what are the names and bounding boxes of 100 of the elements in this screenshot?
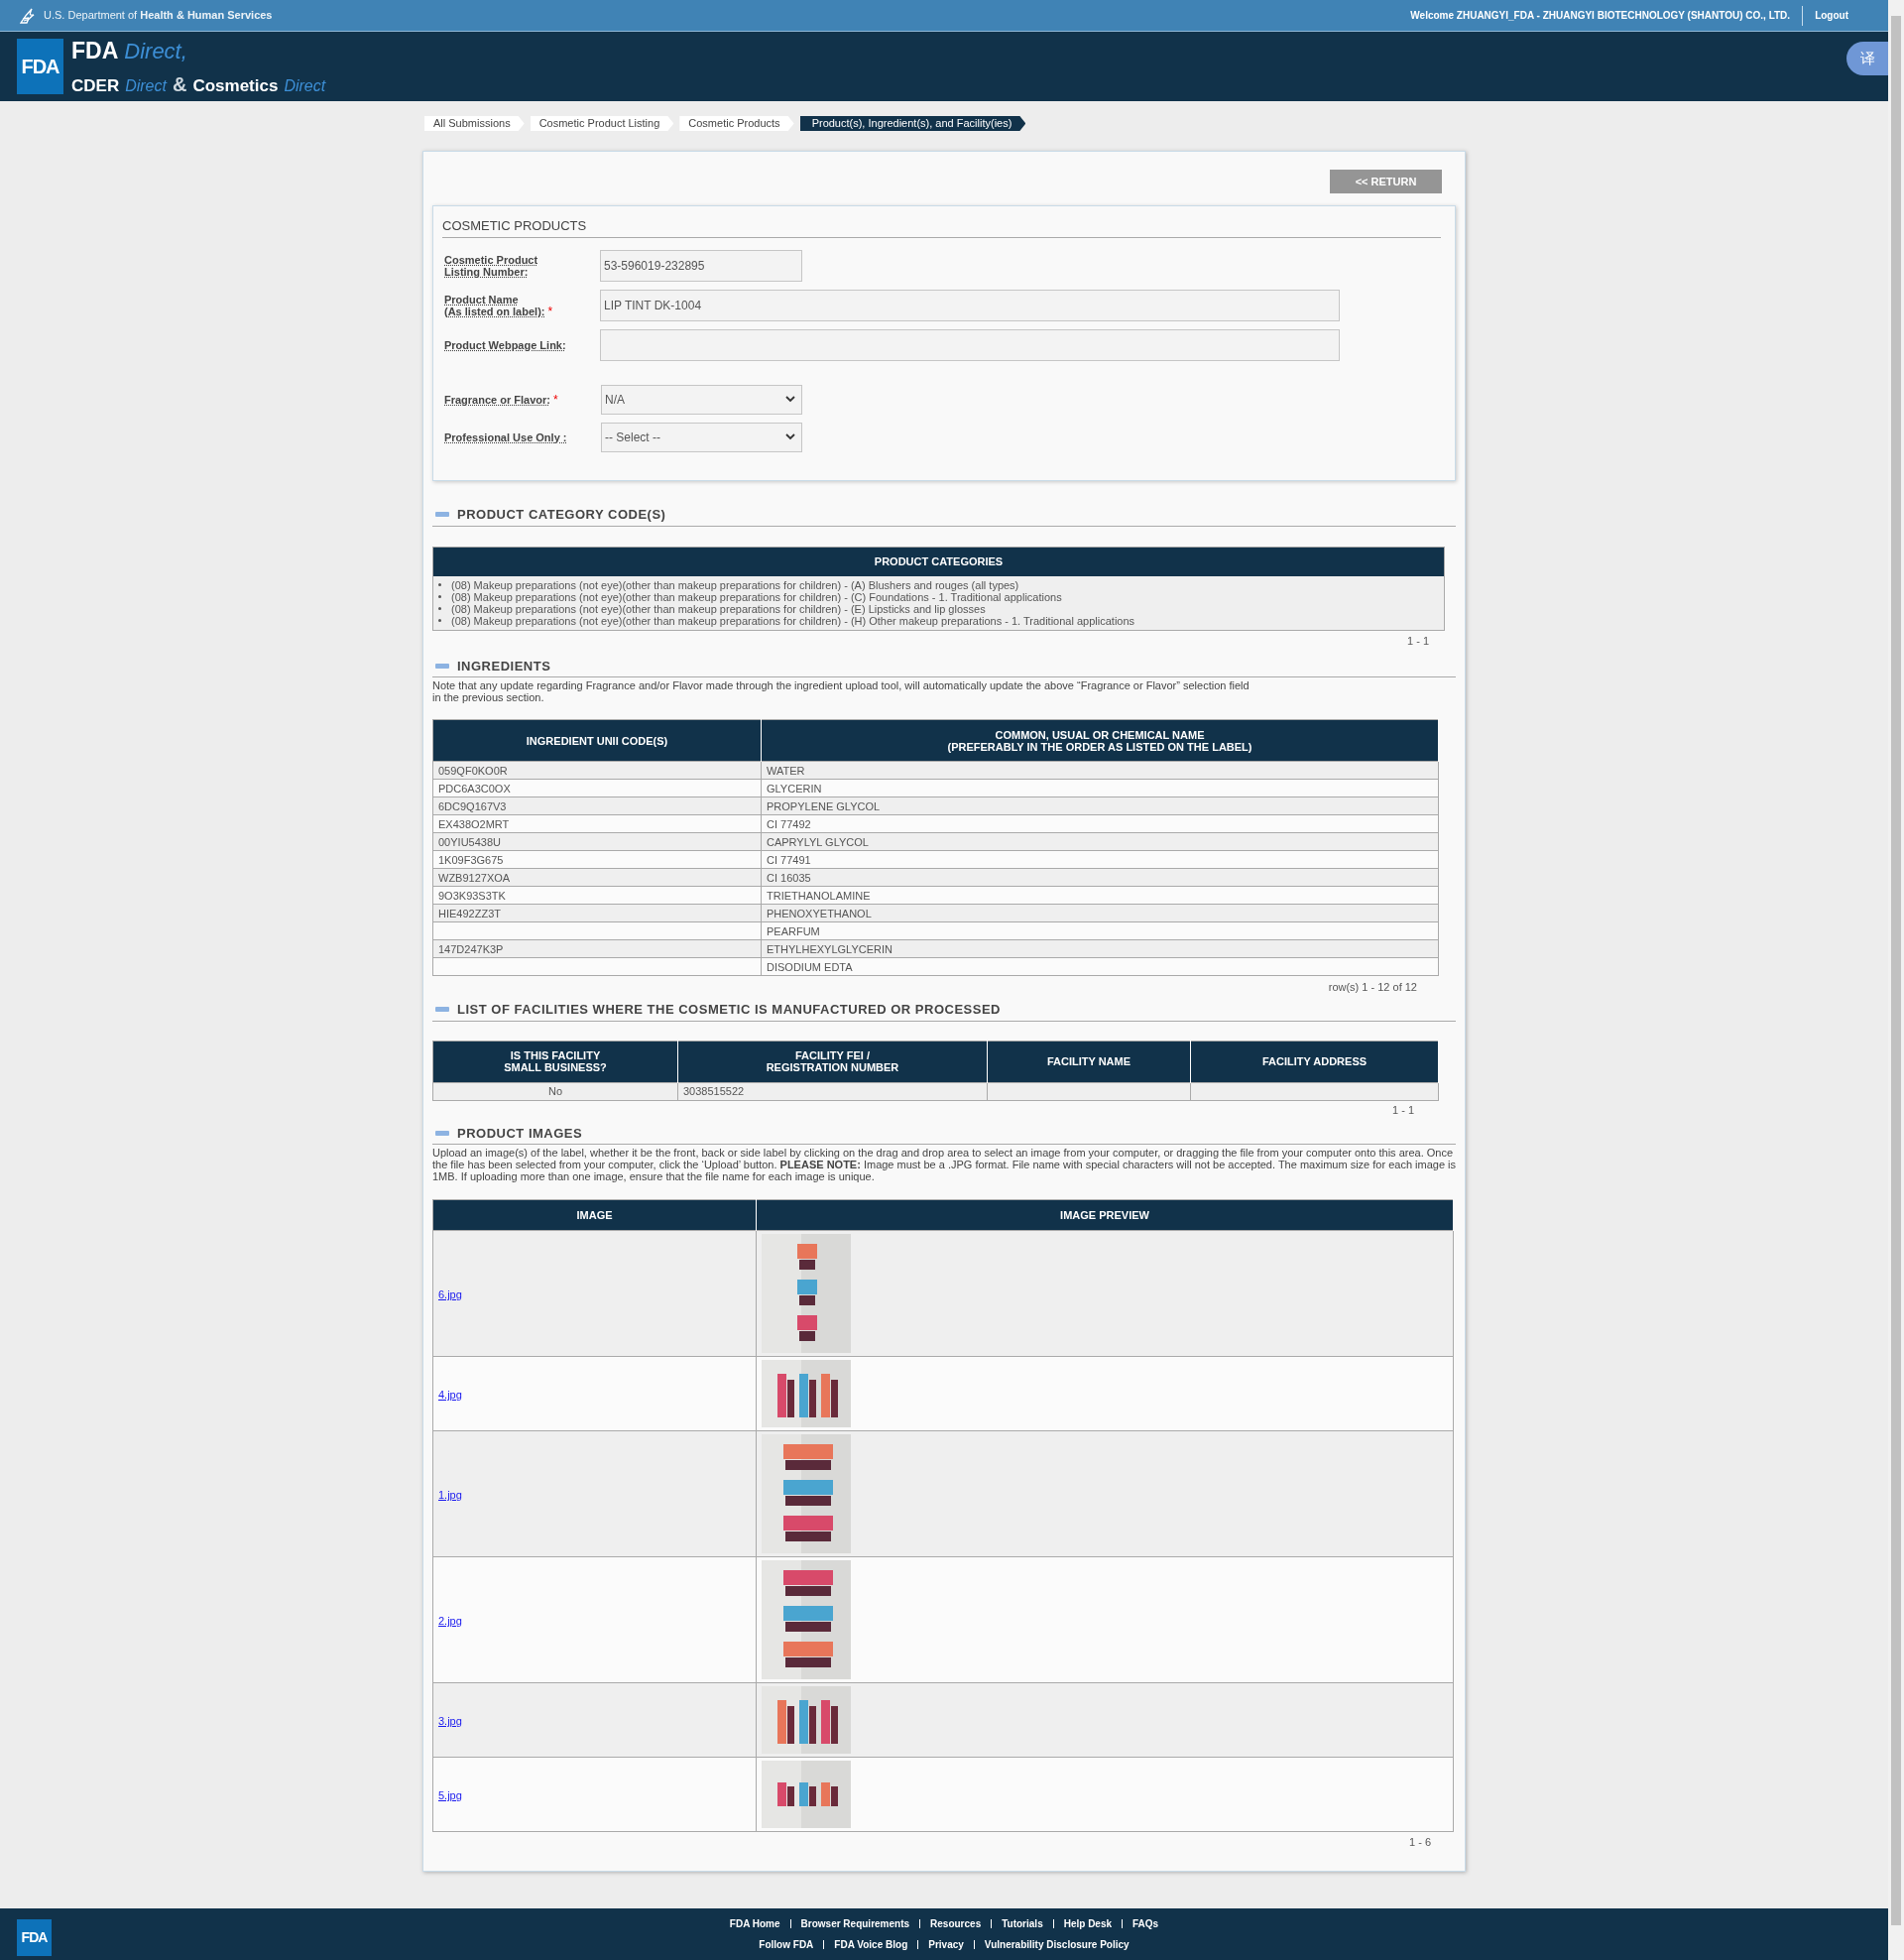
footer-link[interactable]: Help Desk <box>1063 1916 1113 1931</box>
footer-link[interactable]: Tutorials <box>1002 1916 1043 1931</box>
logo-text: Direct <box>284 76 326 97</box>
footer-link[interactable]: Browser Requirements <box>800 1916 910 1931</box>
table-cell: 059QF0KO0R <box>432 761 762 780</box>
pager-text: 1 - 1 <box>1392 1103 1414 1119</box>
logo-text: Direct <box>125 76 167 97</box>
link-divider <box>973 1940 975 1949</box>
bullet-icon <box>438 607 441 610</box>
category-item: (08) Makeup preparations (not eye)(other than makeup preparations for children) - (A) Blushers and rouges (all types) <box>451 578 1019 591</box>
field-label: Fragrance or Flavor: <box>444 393 550 406</box>
logo-text: Cosmetics <box>192 75 279 98</box>
required-mark: * <box>547 305 553 317</box>
table-cell: TRIETHANOLAMINE <box>761 886 1439 905</box>
table-cell: GLYCERIN <box>761 779 1439 797</box>
file-link[interactable]: 5.jpg <box>438 1789 462 1801</box>
input-field[interactable]: 53-596019-232895 <box>600 249 802 282</box>
pager-text: 1 - 1 <box>1407 634 1429 650</box>
footer-link[interactable]: Privacy <box>928 1937 964 1952</box>
logo-text: Direct, <box>124 37 187 65</box>
breadcrumb[interactable]: Cosmetic Product Listing <box>530 116 674 131</box>
table-cell: 147D247K3P <box>432 939 762 958</box>
breadcrumb[interactable]: Cosmetic Products <box>679 116 794 131</box>
breadcrumb[interactable]: Product(s), Ingredient(s), and Facility(ies) <box>799 116 1026 131</box>
link-divider <box>1122 1919 1124 1928</box>
breadcrumb[interactable]: All Submissions <box>424 116 525 131</box>
table-cell: HIE492ZZ3T <box>432 904 762 922</box>
column-header: PRODUCT CATEGORIES <box>433 547 1444 576</box>
link-divider <box>919 1919 921 1928</box>
table-cell: EX438O2MRT <box>432 814 762 833</box>
file-link[interactable]: 1.jpg <box>438 1489 462 1501</box>
collapse-icon[interactable] <box>435 512 449 518</box>
footer-link[interactable]: FDA Voice Blog <box>834 1937 908 1952</box>
section-note: Upload an image(s) of the label, whether it be the front, back or side label by clicking on the drag and drop area to select an image from your computer, or dragging the file from your computer onto this area. Once the file has been selected from your computer, click the ‘Upload’ button. PLEASE NOTE: Image must be a .JPG format. File name with special characters will not be accepted. The maximum size for each image is 1MB. If uploading more than one image, ensure that the file name for each image is unique. <box>432 1147 1456 1182</box>
table-cell: CI 16035 <box>761 868 1439 887</box>
collapse-icon[interactable] <box>435 663 449 669</box>
pager-text: row(s) 1 - 12 of 12 <box>1328 979 1417 995</box>
bullet-icon <box>438 583 441 586</box>
select-field[interactable]: -- Select -- <box>601 422 802 452</box>
fda-logo: FDA <box>17 1919 52 1956</box>
table-cell: PHENOXYETHANOL <box>761 904 1439 922</box>
agency-name: U.S. Department of Health & Human Services <box>44 8 273 24</box>
section-note: Note that any update regarding Fragrance and/or Flavor made through the ingredient upload tool, will automatically update the above “Fragrance or Flavor” selection field in the previous section. <box>432 679 1250 703</box>
column-header: COMMON, USUAL OR CHEMICAL NAME (PREFERABLY IN THE ORDER AS LISTED ON THE LABEL) <box>761 719 1439 762</box>
input-field[interactable]: LIP TINT DK-1004 <box>600 289 1340 321</box>
footer-link[interactable]: FAQs <box>1132 1916 1159 1931</box>
category-item: (08) Makeup preparations (not eye)(other than makeup preparations for children) - (C) Foundations - 1. Traditional applications <box>451 590 1062 603</box>
column-header: FACILITY NAME <box>987 1041 1191 1082</box>
table-cell: 00YIU5438U <box>432 832 762 851</box>
section-title: INGREDIENTS <box>457 657 551 675</box>
file-link[interactable]: 4.jpg <box>438 1389 462 1401</box>
footer-link[interactable]: Vulnerability Disclosure Policy <box>984 1937 1130 1952</box>
link-divider <box>789 1919 791 1928</box>
column-header: FACILITY FEI / REGISTRATION NUMBER <box>677 1041 988 1082</box>
scrollbar[interactable] <box>1888 0 1904 1960</box>
table-cell: No <box>432 1082 678 1100</box>
logo-text: CDER <box>71 75 120 98</box>
table-cell: WATER <box>761 761 1439 780</box>
section-title: PRODUCT CATEGORY CODE(S) <box>457 506 666 524</box>
table-cell: PEARFUM <box>761 921 1439 940</box>
table-cell: 6DC9Q167V3 <box>432 796 762 815</box>
scrollbar-thumb[interactable] <box>1891 16 1901 1925</box>
file-link[interactable]: 3.jpg <box>438 1715 462 1727</box>
collapse-icon[interactable] <box>435 1130 449 1136</box>
table-cell: CI 77492 <box>761 814 1439 833</box>
column-header: IMAGE PREVIEW <box>756 1199 1454 1231</box>
column-header: IS THIS FACILITY SMALL BUSINESS? <box>432 1041 678 1082</box>
column-header: INGREDIENT UNII CODE(S) <box>432 719 762 762</box>
pager-text: 1 - 6 <box>1409 1834 1431 1850</box>
link-divider <box>991 1919 993 1928</box>
footer-link[interactable]: FDA Home <box>729 1916 780 1931</box>
footer-link[interactable]: Resources <box>930 1916 982 1931</box>
footer-link[interactable]: Follow FDA <box>759 1937 814 1952</box>
link-divider <box>917 1940 919 1949</box>
caret-icon <box>785 433 795 440</box>
table-cell: 1K09F3G675 <box>432 850 762 869</box>
category-item: (08) Makeup preparations (not eye)(other than makeup preparations for children) - (E) Lipsticks and lip glosses <box>451 602 986 615</box>
table-cell: PROPYLENE GLYCOL <box>761 796 1439 815</box>
file-link[interactable]: 6.jpg <box>438 1288 462 1300</box>
section-title: PRODUCT IMAGES <box>457 1124 583 1143</box>
select-field[interactable]: N/A <box>601 384 802 415</box>
welcome-text: Welcome ZHUANGYI_FDA - ZHUANGYI BIOTECHNOLOGY (SHANTOU) CO., LTD. <box>1410 5 1804 26</box>
bullet-icon <box>438 619 441 622</box>
input-field[interactable] <box>600 328 1340 361</box>
required-mark: * <box>553 393 558 406</box>
collapse-icon[interactable] <box>435 1007 449 1013</box>
category-item: (08) Makeup preparations (not eye)(other than makeup preparations for children) - (H) Other makeup preparations - 1. Traditional applications <box>451 614 1135 627</box>
table-cell: 3038515522 <box>677 1082 988 1100</box>
table-cell: DISODIUM EDTA <box>761 957 1439 976</box>
field-label: Product Name (As listed on label): <box>444 293 545 317</box>
section-title: LIST OF FACILITIES WHERE THE COSMETIC IS MANUFACTURED OR PROCESSED <box>457 1001 1001 1019</box>
logout-link[interactable]: Logout <box>1803 8 1870 23</box>
table-cell: WZB9127XOA <box>432 868 762 887</box>
logo-text: & <box>172 72 187 98</box>
caret-icon <box>785 396 795 403</box>
file-link[interactable]: 2.jpg <box>438 1615 462 1627</box>
link-divider <box>823 1940 825 1949</box>
table-cell: 9O3K93S3TK <box>432 886 762 905</box>
link-divider <box>1052 1919 1054 1928</box>
panel-title: COSMETIC PRODUCTS <box>442 216 1441 238</box>
